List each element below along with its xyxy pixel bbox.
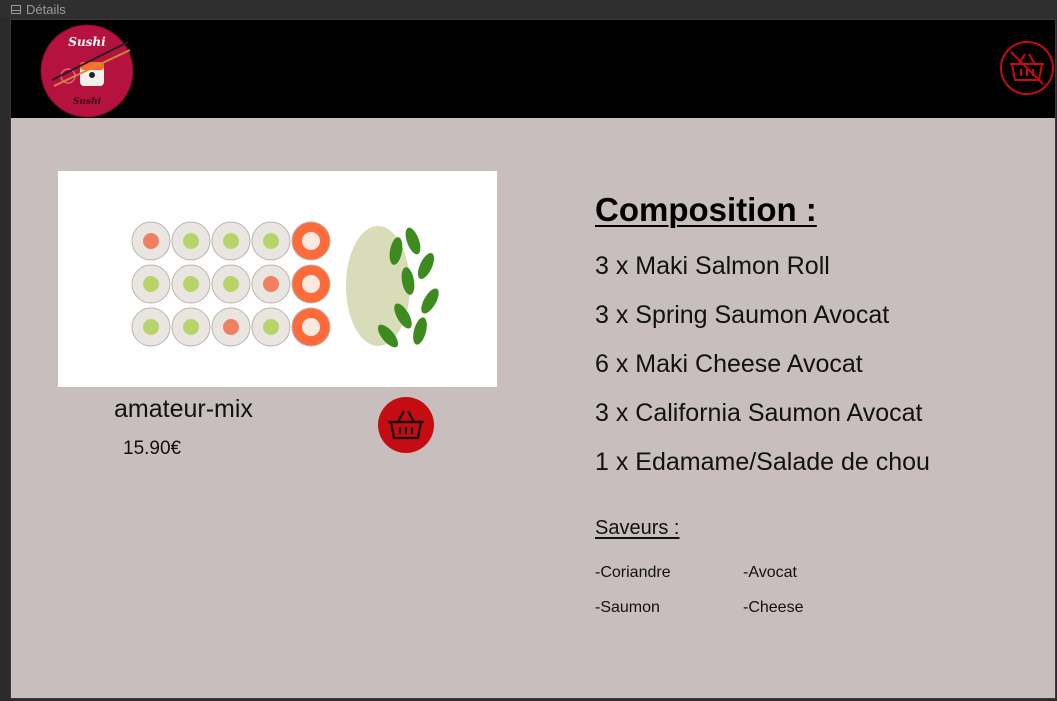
flavor-item: -Cheese (743, 599, 804, 616)
composition-item: 6 x Maki Cheese Avocat (595, 350, 863, 378)
composition-item: 1 x Edamame/Salade de chou (595, 448, 930, 476)
flavor-item: -Avocat (743, 564, 797, 581)
composition-title: Composition : (595, 191, 817, 228)
composition-list: 3 x Maki Salmon Roll 3 x Spring Saumon A… (595, 251, 930, 496)
product-name: amateur-mix (114, 395, 253, 423)
window-title: Détails (26, 2, 66, 17)
product-price: 15.90€ (123, 438, 182, 459)
svg-text:Sushi: Sushi (68, 35, 106, 49)
add-to-cart-button[interactable] (378, 397, 434, 453)
flavors-title: Saveurs : (595, 517, 680, 539)
window-frame-icon (11, 5, 21, 14)
flavor-item: -Saumon (595, 599, 660, 616)
flavor-item: -Coriandre (595, 564, 671, 581)
header-cart-icon[interactable] (999, 40, 1055, 96)
svg-text:Sushi: Sushi (73, 97, 102, 107)
composition-item: 3 x California Saumon Avocat (595, 399, 923, 427)
window-titlebar: Détails (0, 0, 1057, 19)
composition-item: 3 x Maki Salmon Roll (595, 252, 830, 280)
composition-item: 3 x Spring Saumon Avocat (595, 301, 890, 329)
sushi-logo[interactable]: Sushi Sushi (40, 24, 134, 118)
header-bar: Sushi Sushi (11, 20, 1055, 118)
product-image (58, 171, 497, 387)
details-panel: Sushi Sushi amateur-mix 15.90€ Compositi… (10, 19, 1056, 699)
